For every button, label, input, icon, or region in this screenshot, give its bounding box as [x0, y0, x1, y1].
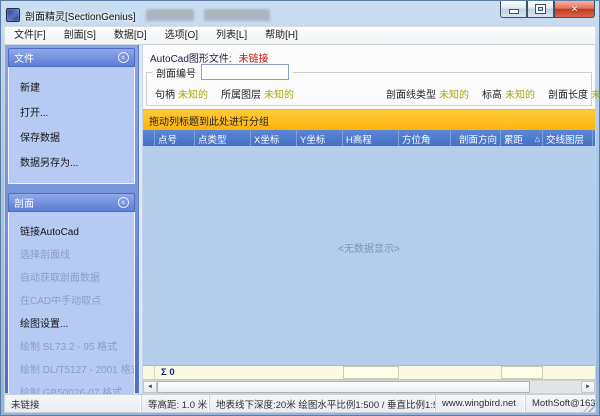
scroll-right-button[interactable]: ► [581, 381, 595, 393]
summary-count: Σ 0 [161, 367, 175, 378]
sidebar-item-select-section-line[interactable]: 选择剖面线 [9, 242, 134, 265]
grid-header: 点号 点类型 X坐标 Y坐标 H高程 方位角 剖面方向 累距 △ 交线图层 备注 [143, 130, 595, 146]
handle-value: 未知的 [178, 90, 208, 101]
content-area: 文件 « 新建 打开... 保存数据 数据另存为... 剖面 « 链接AutoC… [4, 45, 599, 413]
sidebar-item-draw-settings[interactable]: 绘图设置... [9, 311, 134, 334]
status-link-state: 未链接 [5, 395, 142, 412]
nav-panel-file-body: 新建 打开... 保存数据 数据另存为... [8, 67, 135, 184]
column-header-distance[interactable]: 累距 △ [501, 130, 543, 146]
status-scale-info: 地表线下深度:20米 绘图水平比例1:500 / 垂直比例1:500 [210, 395, 436, 412]
layer-label: 所属图层 [221, 90, 261, 101]
column-header-h[interactable]: H高程 [343, 130, 399, 146]
section-properties: 句柄 未知的 所属图层 未知的 剖面线类型 未知的 标高 未知的 剖面长度 未知… [147, 86, 599, 101]
layer-value: 未知的 [264, 90, 294, 101]
nav-panel-section-title: 剖面 [14, 199, 34, 210]
nav-panel-file-title: 文件 [14, 54, 34, 65]
app-window: 剖面精灵[SectionGenius] ✕ 文件[F] 剖面[S] 数据[D] … [0, 0, 600, 416]
menu-data[interactable]: 数据[D] [105, 27, 156, 44]
menu-options[interactable]: 选项[O] [156, 27, 207, 44]
nav-panel-section: 剖面 « 链接AutoCad 选择剖面线 自动获取剖面数据 在CAD中手动取点 … [8, 193, 135, 413]
status-bar: 未链接 等高距: 1.0 米 地表线下深度:20米 绘图水平比例1:500 / … [4, 394, 596, 413]
column-header-direction[interactable]: 剖面方向 [451, 130, 501, 146]
scrollbar-thumb[interactable] [157, 381, 531, 393]
nav-panel-file-header[interactable]: 文件 « [8, 48, 135, 67]
menu-list[interactable]: 列表[L] [207, 27, 256, 44]
nav-panel-section-body: 链接AutoCad 选择剖面线 自动获取剖面数据 在CAD中手动取点 绘图设置.… [8, 212, 135, 413]
section-number-input[interactable] [201, 64, 289, 80]
grid-body[interactable]: <无数据显示> [143, 146, 595, 365]
sidebar-item-draw-dlt5127[interactable]: 绘制 DL/T5127 - 2001 格式 [9, 357, 134, 380]
column-header-y[interactable]: Y坐标 [297, 130, 343, 146]
elevation-value: 未知的 [505, 90, 535, 101]
section-groupbox: 剖面编号 句柄 未知的 所属图层 未知的 剖面线类型 未知的 标高 未知的 剖面… [146, 64, 599, 106]
nav-panel-file: 文件 « 新建 打开... 保存数据 数据另存为... [8, 48, 135, 184]
grid-empty-text: <无数据显示> [338, 244, 400, 256]
linetype-value: 未知的 [439, 90, 469, 101]
scroll-left-button[interactable]: ◄ [143, 381, 157, 393]
status-contour-interval: 等高距: 1.0 米 [142, 395, 210, 412]
autocad-file-row: AutoCad图形文件: 未链接 [143, 45, 595, 65]
sort-ascending-icon: △ [534, 135, 540, 143]
sidebar-item-open[interactable]: 打开... [9, 99, 134, 124]
handle-label: 句柄 [155, 90, 175, 101]
sidebar-item-new[interactable]: 新建 [9, 74, 134, 99]
menu-section[interactable]: 剖面[S] [55, 27, 105, 44]
redacted-text [203, 9, 270, 21]
column-header-point-no[interactable]: 点号 [155, 130, 195, 146]
group-by-bar[interactable]: 拖动列标题到此处进行分组 [143, 109, 595, 130]
grid-indicator-column [143, 130, 155, 146]
maximize-icon [536, 5, 545, 13]
minimize-icon [509, 10, 518, 13]
redacted-text [145, 9, 194, 21]
nav-panel-section-header[interactable]: 剖面 « [8, 193, 135, 212]
column-header-remark[interactable]: 备注 [593, 130, 596, 146]
menu-help[interactable]: 帮助[H] [256, 27, 307, 44]
summary-gutter [143, 366, 155, 379]
close-button[interactable]: ✕ [554, 1, 595, 18]
titlebar[interactable]: 剖面精灵[SectionGenius] ✕ [4, 1, 596, 26]
column-header-azimuth[interactable]: 方位角 [399, 130, 451, 146]
summary-h-cell [343, 366, 399, 379]
sidebar-item-draw-sl73[interactable]: 绘制 SL73.2 - 95 格式 [9, 334, 134, 357]
sidebar-item-manual-pick-points[interactable]: 在CAD中手动取点 [9, 288, 134, 311]
collapse-chevron-icon[interactable]: « [118, 52, 129, 63]
status-email: MothSoft@163.cc [532, 398, 595, 409]
column-header-cross-layer[interactable]: 交线图层 [543, 130, 593, 146]
menu-bar: 文件[F] 剖面[S] 数据[D] 选项[O] 列表[L] 帮助[H] [4, 26, 596, 45]
column-header-x[interactable]: X坐标 [251, 130, 297, 146]
sidebar-item-save-data-as[interactable]: 数据另存为... [9, 149, 134, 174]
window-controls: ✕ [500, 1, 595, 18]
summary-distance-cell [501, 366, 543, 379]
close-icon: ✕ [570, 3, 579, 14]
main-panel: AutoCad图形文件: 未链接 剖面编号 句柄 未知的 所属图层 未知的 剖面… [143, 45, 599, 393]
sidebar-item-save-data[interactable]: 保存数据 [9, 124, 134, 149]
menu-file[interactable]: 文件[F] [5, 27, 55, 44]
collapse-chevron-icon[interactable]: « [118, 197, 129, 208]
sidebar-item-link-autocad[interactable]: 链接AutoCad [9, 219, 134, 242]
section-number-label: 剖面编号 [156, 68, 196, 80]
app-icon[interactable] [6, 8, 20, 22]
section-length-value: 未知的 [591, 90, 600, 101]
horizontal-scrollbar: ◄ ► [143, 380, 595, 393]
status-website: www.wingbird.net [436, 395, 526, 412]
elevation-label: 标高 [482, 90, 502, 101]
section-length-label: 剖面长度 [548, 90, 588, 101]
scrollbar-track[interactable] [157, 381, 581, 393]
section-number-head: 剖面编号 [152, 64, 293, 80]
grid-summary-row: Σ 0 [143, 365, 595, 380]
sidebar-item-auto-get-section-data[interactable]: 自动获取剖面数据 [9, 265, 134, 288]
column-header-point-type[interactable]: 点类型 [195, 130, 251, 146]
window-title: 剖面精灵[SectionGenius] [25, 11, 136, 23]
minimize-button[interactable] [500, 1, 527, 18]
sidebar: 文件 « 新建 打开... 保存数据 数据另存为... 剖面 « 链接AutoC… [5, 45, 139, 413]
linetype-label: 剖面线类型 [386, 90, 436, 101]
maximize-button[interactable] [527, 1, 554, 18]
